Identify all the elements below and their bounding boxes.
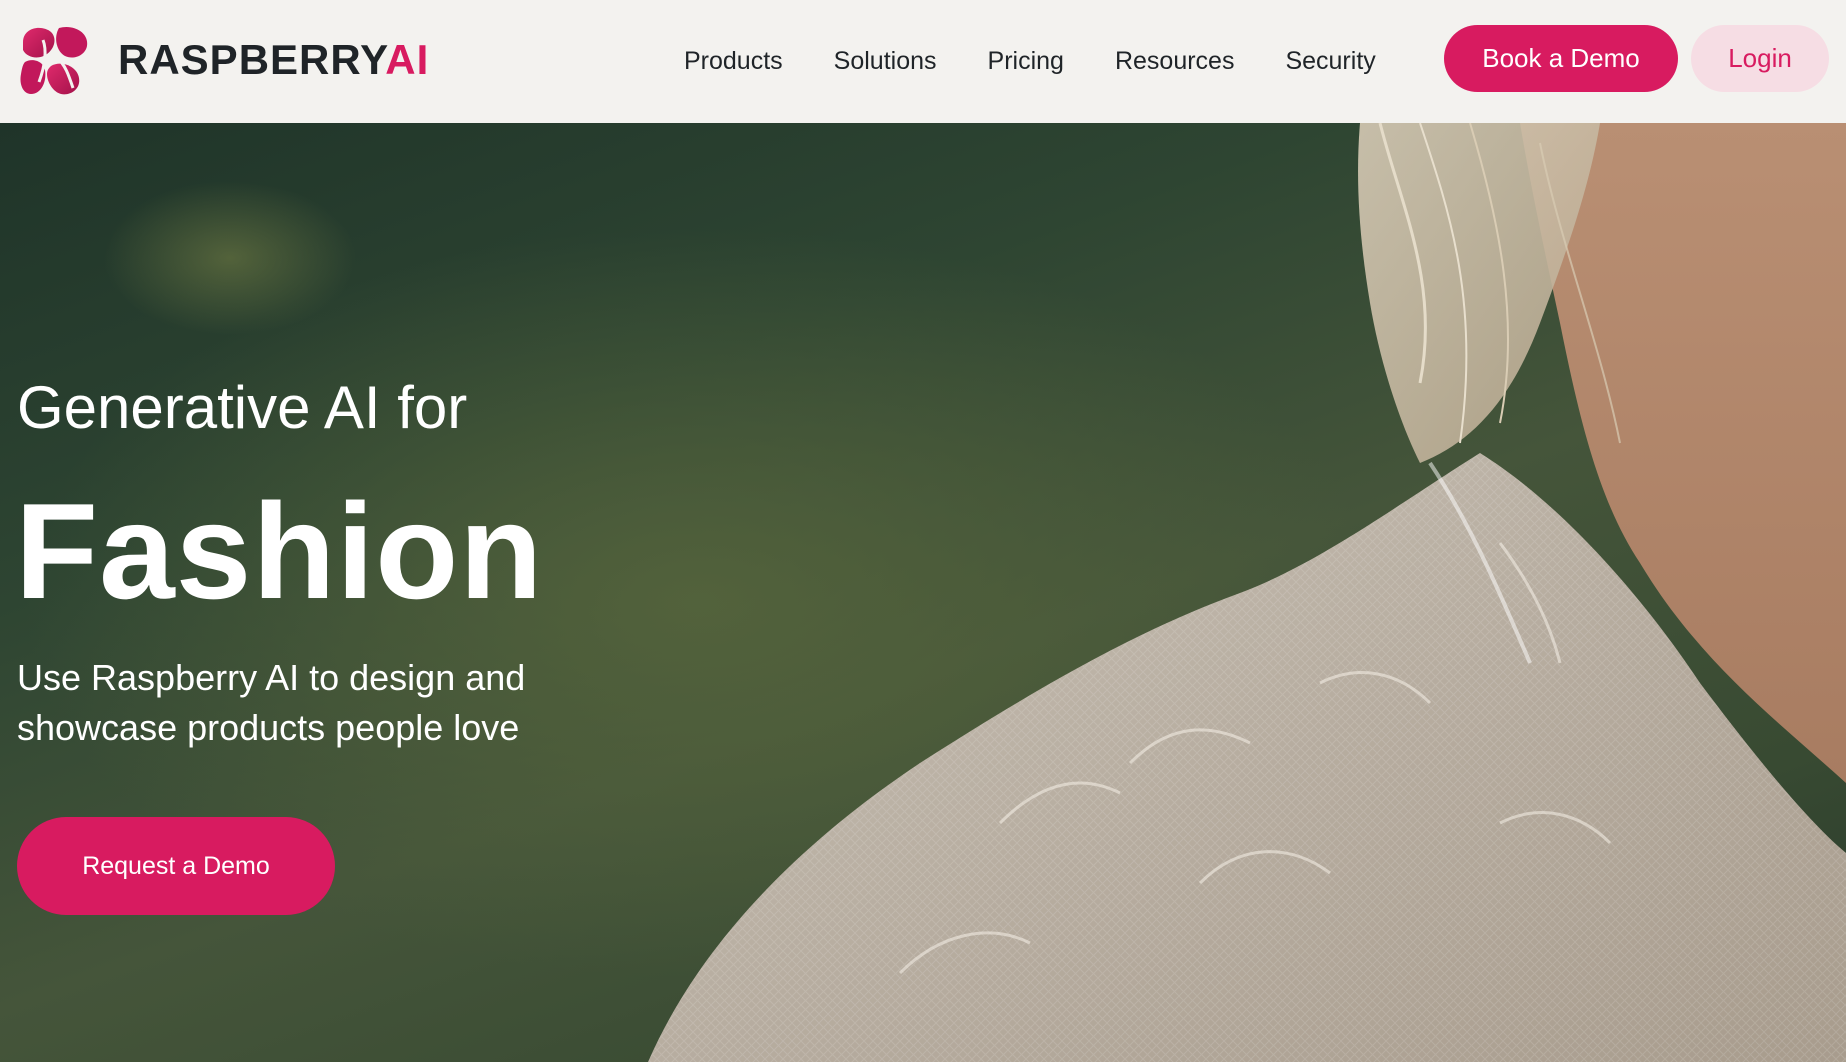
hero-headline: Fashion <box>15 475 544 627</box>
site-header: RASPBERRYAI Products Solutions Pricing R… <box>0 0 1846 123</box>
nav-item-solutions[interactable]: Solutions <box>834 47 937 76</box>
nav-item-resources[interactable]: Resources <box>1115 47 1235 76</box>
main-nav: Products Solutions Pricing Resources Sec… <box>684 0 1376 123</box>
raspberry-r-logo-icon <box>20 26 88 95</box>
login-button[interactable]: Login <box>1691 25 1829 92</box>
hero-section: Generative AI for Fashion Use Raspberry … <box>0 123 1846 1062</box>
request-demo-button[interactable]: Request a Demo <box>17 817 335 915</box>
hero-subtitle: Use Raspberry AI to design and showcase … <box>17 657 526 748</box>
nav-item-security[interactable]: Security <box>1285 47 1375 76</box>
brand-wordmark: RASPBERRYAI <box>118 36 429 84</box>
brand-wordmark-main: RASPBERRY <box>118 36 386 83</box>
brand-wordmark-accent: AI <box>385 36 430 83</box>
nav-item-pricing[interactable]: Pricing <box>988 47 1064 76</box>
brand-logo[interactable]: RASPBERRYAI <box>17 22 429 98</box>
hero-headline-prefix: Generative AI for <box>17 374 468 441</box>
book-demo-button[interactable]: Book a Demo <box>1444 25 1678 92</box>
nav-item-products[interactable]: Products <box>684 47 783 76</box>
